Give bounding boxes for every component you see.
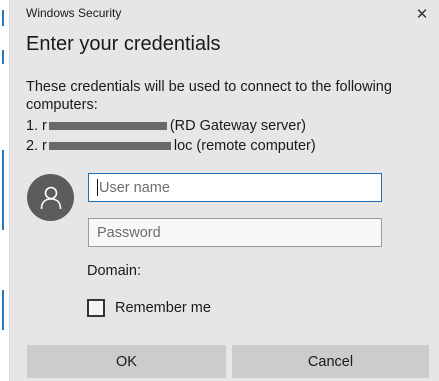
close-button[interactable]: ✕: [405, 0, 439, 28]
computer-number: 2.: [26, 138, 39, 154]
username-placeholder: User name: [99, 180, 170, 196]
background-window-mark: [2, 10, 4, 26]
computer-role: (RD Gateway server): [169, 118, 307, 134]
background-window-mark: [2, 290, 4, 330]
computer-number: 1.: [26, 118, 39, 134]
text-caret: [97, 178, 98, 196]
remember-me-label[interactable]: Remember me: [115, 300, 211, 316]
close-icon: ✕: [415, 6, 429, 23]
redacted-text: [48, 142, 171, 151]
background-window-mark: [2, 50, 4, 64]
computer-role: loc (remote computer): [173, 138, 316, 154]
user-icon: [40, 186, 61, 209]
cancel-button[interactable]: Cancel: [232, 345, 429, 378]
password-input[interactable]: Password: [88, 218, 382, 247]
username-input[interactable]: User name: [88, 173, 382, 202]
ok-button[interactable]: OK: [27, 345, 226, 378]
redacted-text: [48, 122, 167, 131]
credentials-dialog: Windows Security ✕ Enter your credential…: [10, 0, 439, 381]
description-line-1: These credentials will be used to connec…: [26, 79, 392, 95]
computer-item-remote: 2. r loc (remote computer): [26, 138, 316, 154]
window-title: Windows Security: [26, 6, 122, 20]
password-placeholder: Password: [97, 225, 161, 241]
description-line-2: computers:: [26, 97, 98, 113]
computer-name-prefix: r: [42, 138, 47, 154]
dialog-heading: Enter your credentials: [26, 33, 221, 55]
remember-me-checkbox[interactable]: [87, 299, 105, 317]
computer-item-gateway: 1. r (RD Gateway server): [26, 118, 306, 134]
background-window-mark: [2, 150, 4, 230]
domain-label: Domain:: [87, 263, 141, 279]
avatar: [27, 174, 74, 221]
computer-name-prefix: r: [42, 118, 47, 134]
background-window-strip: [0, 0, 10, 381]
